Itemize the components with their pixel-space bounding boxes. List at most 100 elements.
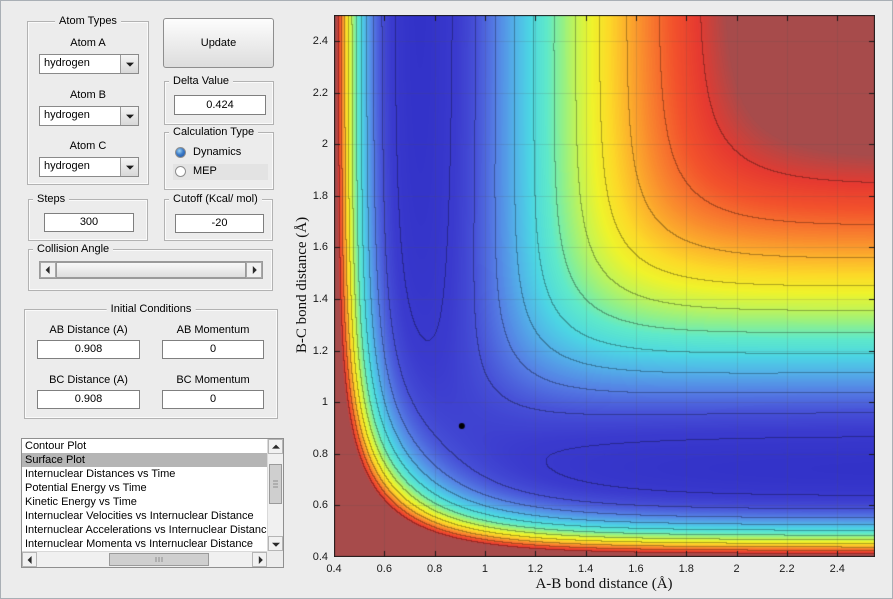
horizontal-scrollbar-thumb[interactable] (109, 553, 209, 566)
atom-a-dropdown-button[interactable] (120, 55, 138, 73)
steps-field[interactable]: 300 (44, 213, 134, 232)
scroll-down-button[interactable] (268, 536, 283, 551)
x-tick-label: 2.4 (829, 563, 845, 575)
delta-value-panel: Delta Value 0.424 (164, 75, 274, 125)
atom-a-value: hydrogen (44, 57, 90, 69)
ab-momentum-label: AB Momentum (176, 324, 250, 336)
atom-types-title: Atom Types (55, 15, 121, 28)
x-tick-label: 1.4 (577, 563, 594, 575)
radio-icon (175, 147, 186, 158)
atom-c-label: Atom C (69, 140, 107, 152)
chevron-down-icon (125, 165, 134, 170)
x-axis-label: A-B bond distance (Å) (535, 576, 673, 592)
arrow-left-icon (27, 555, 32, 564)
list-item[interactable]: Internuclear Velocities vs Internuclear … (22, 509, 267, 523)
atom-b-value: hydrogen (44, 109, 90, 121)
bc-distance-field[interactable]: 0.908 (37, 390, 140, 409)
x-tick-label: 2.2 (779, 563, 795, 575)
bc-momentum-label: BC Momentum (176, 374, 250, 386)
chevron-down-icon (125, 62, 134, 67)
x-tick-label: 1.8 (678, 563, 694, 575)
atom-b-dropdown-button[interactable] (120, 107, 138, 125)
x-tick-label: 0.4 (326, 563, 342, 575)
y-tick-label: 2 (321, 138, 328, 151)
y-tick-label: 0.8 (312, 447, 328, 460)
atom-types-panel: Atom Types Atom A hydrogen Atom B hydrog… (27, 15, 149, 185)
arrow-down-icon (271, 542, 280, 547)
delta-value-field[interactable]: 0.424 (174, 95, 266, 115)
atom-c-dropdown[interactable]: hydrogen (39, 157, 139, 177)
slider-left-button[interactable] (40, 262, 56, 278)
ab-distance-label: AB Distance (A) (49, 324, 128, 336)
arrow-right-icon (258, 555, 263, 564)
atom-a-label: Atom A (70, 37, 106, 49)
list-item[interactable]: Kinetic Energy vs Time (22, 495, 267, 509)
list-item[interactable]: Internuclear Distances vs Time (22, 467, 267, 481)
list-item[interactable]: Internuclear Accelerations vs Internucle… (22, 523, 267, 537)
chevron-down-icon (125, 114, 134, 119)
calculation-type-title: Calculation Type (169, 126, 259, 139)
y-tick-label: 1 (321, 396, 328, 409)
steps-title: Steps (33, 193, 70, 206)
scroll-up-button[interactable] (268, 439, 283, 454)
y-tick-label: 0.4 (312, 551, 328, 563)
arrow-up-icon (271, 444, 280, 449)
x-tick-label: 0.6 (376, 563, 392, 575)
x-tick-label: 0.8 (426, 563, 443, 575)
delta-value-title: Delta Value (169, 75, 234, 88)
vertical-scrollbar-thumb[interactable] (269, 464, 282, 504)
cutoff-panel: Cutoff (Kcal/ mol) -20 (164, 193, 273, 241)
cutoff-title: Cutoff (Kcal/ mol) (169, 193, 262, 206)
mep-radio-label: MEP (193, 165, 217, 177)
scrollbar-corner (267, 551, 283, 567)
calculation-type-panel: Calculation Type Dynamics MEP (164, 126, 274, 190)
dynamics-radio-label: Dynamics (193, 146, 242, 158)
collision-angle-slider[interactable] (39, 261, 263, 279)
cutoff-field[interactable]: -20 (175, 214, 264, 233)
reaction-dynamics-window: Atom Types Atom A hydrogen Atom B hydrog… (0, 0, 893, 599)
y-tick-label: 1.8 (312, 189, 328, 202)
update-button[interactable]: Update (163, 18, 274, 68)
x-tick-label: 1 (481, 563, 489, 575)
slider-thumb[interactable] (56, 262, 246, 278)
horizontal-scrollbar[interactable] (22, 551, 267, 567)
y-axis-label: B-C bond distance (Å) (294, 216, 310, 354)
atom-a-dropdown[interactable]: hydrogen (39, 54, 139, 74)
list-item[interactable]: Contour Plot (22, 439, 267, 453)
x-tick-label: 1.2 (527, 563, 543, 575)
slider-right-button[interactable] (246, 262, 262, 278)
grip-icon (273, 480, 278, 488)
list-item[interactable]: Potential Energy vs Time (22, 481, 267, 495)
mep-radio[interactable]: MEP (173, 164, 268, 180)
collision-angle-title: Collision Angle (33, 243, 114, 256)
atom-b-label: Atom B (69, 89, 107, 101)
atom-b-dropdown[interactable]: hydrogen (39, 106, 139, 126)
x-tick-label: 1.6 (628, 563, 644, 575)
collision-angle-panel: Collision Angle (28, 243, 273, 291)
vertical-scrollbar[interactable] (267, 439, 283, 551)
bc-distance-label: BC Distance (A) (49, 374, 128, 386)
radio-icon (175, 166, 186, 177)
arrow-left-icon (45, 266, 50, 274)
list-item[interactable]: Surface Plot (22, 453, 267, 467)
contour-plot-canvas[interactable] (334, 15, 875, 557)
initial-conditions-panel: Initial Conditions AB Distance (A) AB Mo… (24, 303, 278, 419)
scroll-left-button[interactable] (22, 552, 37, 567)
arrow-right-icon (252, 266, 257, 274)
y-tick-label: 2.2 (312, 86, 328, 99)
x-tick-label: 2 (733, 563, 740, 575)
steps-panel: Steps 300 (28, 193, 148, 241)
ab-momentum-field[interactable]: 0 (162, 340, 264, 359)
bc-momentum-field[interactable]: 0 (162, 390, 264, 409)
atom-c-dropdown-button[interactable] (120, 158, 138, 176)
y-tick-label: 2.4 (312, 35, 328, 48)
list-item[interactable]: Internuclear Momenta vs Internuclear Dis… (22, 537, 267, 551)
initial-conditions-title: Initial Conditions (106, 303, 196, 316)
plot-type-list: Contour Plot Surface Plot Internuclear Dis… (22, 439, 267, 551)
plot-type-listbox[interactable]: Contour Plot Surface Plot Internuclear Dis… (21, 438, 284, 568)
y-tick-label: 0.6 (312, 499, 328, 512)
atom-c-value: hydrogen (44, 160, 90, 172)
scroll-right-button[interactable] (252, 552, 267, 567)
dynamics-radio[interactable]: Dynamics (173, 145, 268, 161)
ab-distance-field[interactable]: 0.908 (37, 340, 140, 359)
